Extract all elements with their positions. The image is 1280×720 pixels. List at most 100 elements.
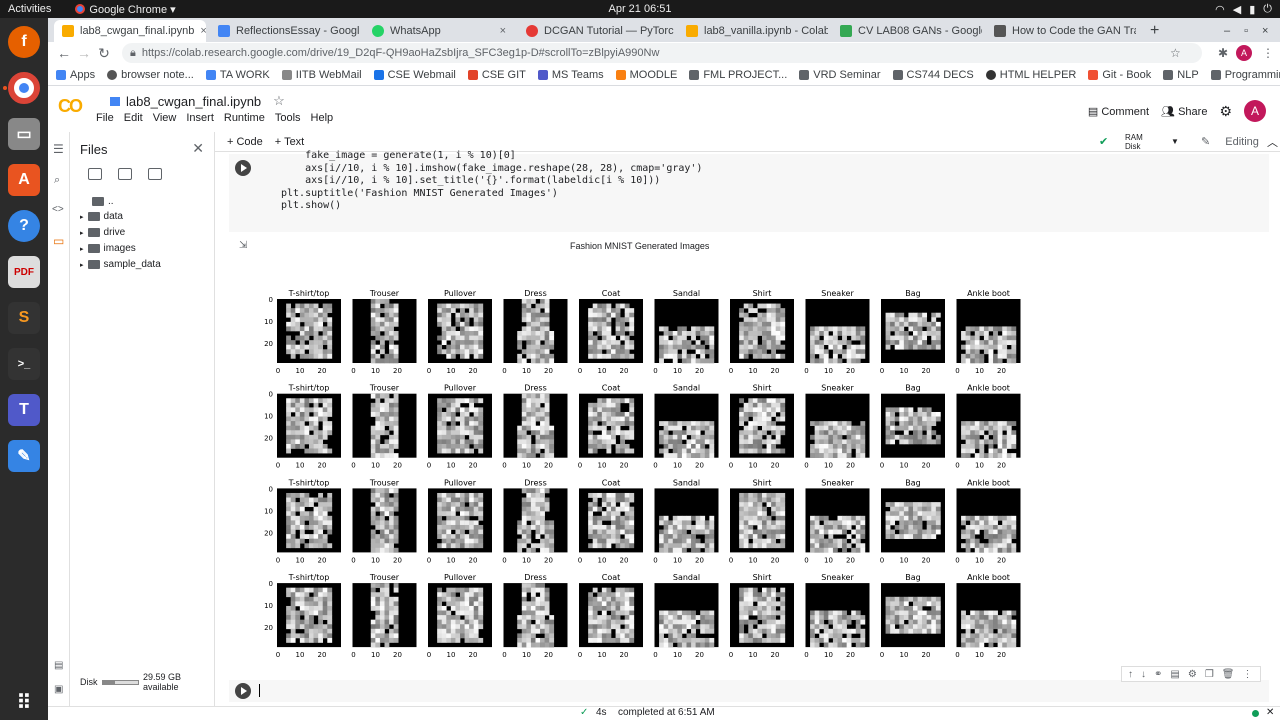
- extensions-icon[interactable]: ✱: [1218, 46, 1228, 60]
- menu-view[interactable]: View: [153, 112, 177, 124]
- run-cell-button[interactable]: [235, 683, 251, 699]
- teams-icon[interactable]: T: [8, 394, 40, 426]
- link-icon[interactable]: ⚭: [1154, 669, 1162, 680]
- bookmark-item[interactable]: IITB WebMail: [281, 69, 362, 81]
- search-icon[interactable]: ⌕: [54, 174, 60, 187]
- code-editor[interactable]: fake_image = generate(1, i % 10)[0] axs[…: [281, 150, 702, 213]
- empty-code-cell[interactable]: [229, 680, 1269, 702]
- file-item-drive[interactable]: ▸ drive: [80, 227, 125, 238]
- resources-dropdown-icon[interactable]: ▼: [1171, 137, 1179, 146]
- colab-logo[interactable]: CO: [58, 96, 83, 117]
- settings-gear-icon[interactable]: ⚙: [1219, 103, 1232, 120]
- toc-icon[interactable]: ☰: [53, 142, 64, 156]
- close-tab-icon[interactable]: ×: [494, 25, 506, 37]
- help-icon[interactable]: ?: [8, 210, 40, 242]
- notebook-title[interactable]: lab8_cwgan_final.ipynb: [126, 94, 261, 109]
- menu-tools[interactable]: Tools: [275, 112, 301, 124]
- mount-drive-icon[interactable]: [148, 168, 162, 180]
- move-down-icon[interactable]: ↓: [1141, 669, 1146, 680]
- bookmark-folder[interactable]: VRD Seminar: [799, 69, 881, 81]
- comment-button[interactable]: ▤ Comment: [1088, 105, 1149, 118]
- file-item-data[interactable]: ▸ data: [80, 211, 123, 222]
- star-notebook-icon[interactable]: ☆: [273, 93, 285, 109]
- reload-icon[interactable]: ↻: [94, 45, 114, 62]
- share-button[interactable]: 👥︎ Share: [1161, 105, 1207, 118]
- comment-icon[interactable]: ▤: [1170, 669, 1179, 680]
- bookmark-item[interactable]: Git - Book: [1088, 69, 1151, 81]
- menu-runtime[interactable]: Runtime: [224, 112, 265, 124]
- text-editor-icon[interactable]: ✎: [8, 440, 40, 472]
- menu-edit[interactable]: Edit: [124, 112, 143, 124]
- firefox-icon[interactable]: f: [8, 26, 40, 58]
- menu-file[interactable]: File: [96, 112, 114, 124]
- file-item-parent[interactable]: ..: [92, 196, 114, 207]
- files-app-icon[interactable]: ▭: [8, 118, 40, 150]
- app-menu[interactable]: Google Chrome ▾: [75, 3, 176, 16]
- show-applications-icon[interactable]: ⠿: [8, 686, 40, 718]
- menu-insert[interactable]: Insert: [186, 112, 214, 124]
- new-folder-icon[interactable]: [118, 168, 132, 180]
- file-item-images[interactable]: ▸ images: [80, 243, 136, 254]
- bookmark-item[interactable]: HTML HELPER: [985, 69, 1076, 81]
- add-text-button[interactable]: + Text: [275, 136, 304, 148]
- bookmark-item[interactable]: TA WORK: [205, 69, 270, 81]
- new-tab-button[interactable]: +: [1142, 20, 1167, 42]
- run-cell-button[interactable]: [235, 160, 251, 176]
- software-center-icon[interactable]: A: [8, 164, 40, 196]
- tab-gan-training[interactable]: How to Code the GAN Tra×: [986, 20, 1136, 42]
- command-palette-icon[interactable]: ▤: [54, 660, 63, 671]
- chrome-dock-icon[interactable]: [8, 72, 40, 104]
- tab-dcgan-tutorial[interactable]: DCGAN Tutorial — PyTorch×: [518, 20, 674, 42]
- chrome-menu-icon[interactable]: ⋮: [1262, 46, 1274, 60]
- terminal-icon[interactable]: ▣: [54, 684, 63, 695]
- profile-avatar[interactable]: A: [1236, 45, 1252, 61]
- bookmark-folder[interactable]: Programming: [1210, 69, 1280, 81]
- forward-icon[interactable]: →: [74, 45, 94, 61]
- bookmark-apps[interactable]: Apps: [56, 69, 95, 81]
- editing-mode[interactable]: ✎ Editing: [1201, 135, 1259, 148]
- close-tab-icon[interactable]: ×: [194, 25, 206, 37]
- close-status-icon[interactable]: ✕: [1266, 707, 1274, 718]
- file-item-sample-data[interactable]: ▸ sample_data: [80, 259, 161, 270]
- bookmark-icon: [281, 69, 292, 80]
- address-bar[interactable]: 🔒︎ https://colab.research.google.com/driv…: [122, 43, 1202, 63]
- collapse-header-icon[interactable]: ︿: [1267, 134, 1278, 150]
- star-icon[interactable]: ☆: [1170, 46, 1181, 60]
- settings-icon[interactable]: ⚙: [1188, 669, 1197, 680]
- sublime-text-icon[interactable]: S: [8, 302, 40, 334]
- bookmark-item[interactable]: CSE Webmail: [373, 69, 456, 81]
- activities-button[interactable]: Activities: [8, 3, 51, 15]
- resources-indicator[interactable]: RAM Disk: [1113, 133, 1143, 151]
- tab-lab8-cwgan[interactable]: lab8_cwgan_final.ipynb ×: [54, 20, 206, 42]
- bookmark-item[interactable]: CSE GIT: [467, 69, 526, 81]
- bookmark-item[interactable]: browser note...: [107, 69, 194, 81]
- bookmark-item[interactable]: MOODLE: [615, 69, 677, 81]
- system-tray[interactable]: ◠ ◀ ▮ ⏻: [1215, 3, 1272, 16]
- tab-whatsapp[interactable]: WhatsApp ×: [364, 20, 514, 42]
- add-code-button[interactable]: + Code: [227, 136, 263, 148]
- mirror-icon[interactable]: ❐: [1205, 669, 1214, 680]
- code-cell[interactable]: fake_image = generate(1, i % 10)[0] axs[…: [229, 150, 1269, 232]
- terminal-icon[interactable]: >_: [8, 348, 40, 380]
- tab-reflections-essay[interactable]: ReflectionsEssay - Google×: [210, 20, 360, 42]
- files-icon[interactable]: ▭: [53, 234, 64, 248]
- bookmark-folder[interactable]: FML PROJECT...: [689, 69, 787, 81]
- code-snippets-icon[interactable]: <>: [52, 204, 64, 215]
- move-up-icon[interactable]: ↑: [1128, 669, 1133, 680]
- bookmark-folder[interactable]: CS744 DECS: [892, 69, 974, 81]
- back-icon[interactable]: ←: [54, 45, 74, 61]
- delete-icon[interactable]: 🗑︎: [1222, 669, 1235, 680]
- more-icon[interactable]: ⋮: [1242, 669, 1252, 680]
- tab-lab8-vanilla[interactable]: lab8_vanilla.ipynb - Colab×: [678, 20, 828, 42]
- document-viewer-icon[interactable]: PDF: [8, 256, 40, 288]
- window-controls[interactable]: – ▫ ×: [1216, 20, 1276, 42]
- close-icon[interactable]: ✕: [192, 140, 204, 157]
- clock[interactable]: Apr 21 06:51: [609, 3, 672, 15]
- upload-icon[interactable]: [88, 168, 102, 180]
- menu-help[interactable]: Help: [311, 112, 334, 124]
- account-avatar[interactable]: A: [1244, 100, 1266, 122]
- x-tick-label: 0: [427, 462, 431, 470]
- bookmark-folder[interactable]: NLP: [1163, 69, 1199, 81]
- tab-cv-lab08[interactable]: CV LAB08 GANs - Google×: [832, 20, 982, 42]
- bookmark-item[interactable]: MS Teams: [537, 69, 604, 81]
